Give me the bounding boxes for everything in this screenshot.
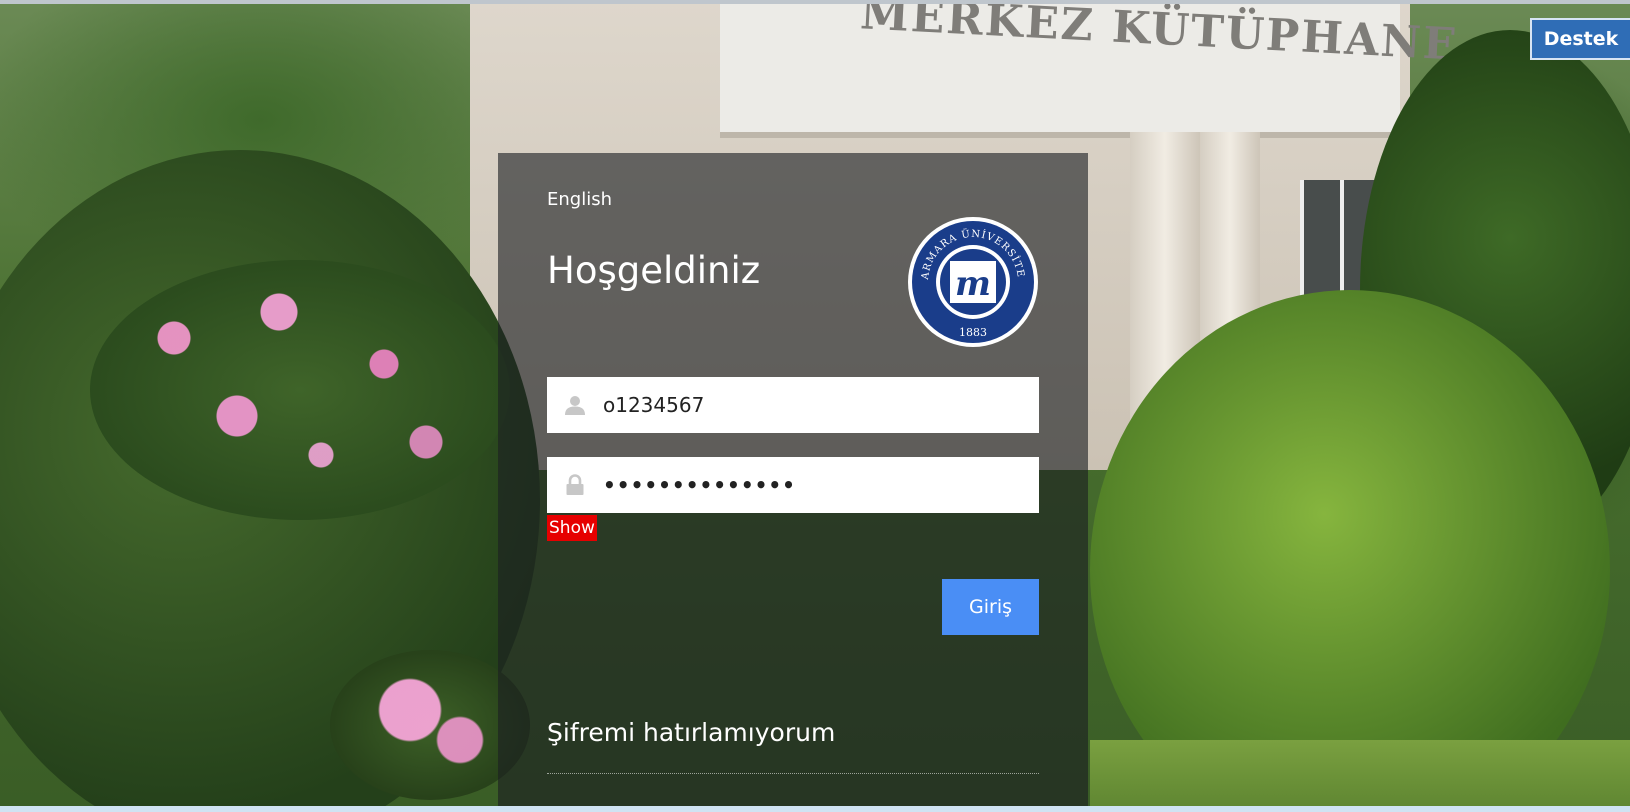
window-bottom-edge (0, 806, 1630, 812)
logo-mark: m (955, 264, 991, 304)
forgot-password-link[interactable]: Şifremi hatırlamıyorum (547, 718, 835, 747)
flowering-shrub (90, 260, 510, 520)
language-link[interactable]: English (547, 189, 612, 210)
login-page: MERKEZ KÜTÜPHANE English Hoşgeldiniz m M… (0, 0, 1630, 812)
logo-year: 1883 (959, 326, 987, 339)
show-password-button[interactable]: Show (547, 515, 597, 541)
password-input[interactable] (603, 458, 1023, 512)
username-field[interactable] (547, 377, 1039, 433)
login-panel: English Hoşgeldiniz m MARMARA ÜNİVERSİTE… (498, 153, 1088, 812)
lawn (1090, 740, 1630, 812)
login-button[interactable]: Giriş (942, 579, 1039, 635)
welcome-heading: Hoşgeldiniz (547, 249, 761, 292)
password-field[interactable] (547, 457, 1039, 513)
lock-icon (547, 457, 603, 513)
user-icon (547, 377, 603, 433)
username-input[interactable] (603, 378, 1023, 432)
university-logo: m MARMARA ÜNİVERSİTESİ 1883 (906, 215, 1038, 347)
window-top-edge (0, 0, 1630, 4)
support-button[interactable]: Destek (1530, 18, 1630, 60)
divider (547, 773, 1039, 774)
